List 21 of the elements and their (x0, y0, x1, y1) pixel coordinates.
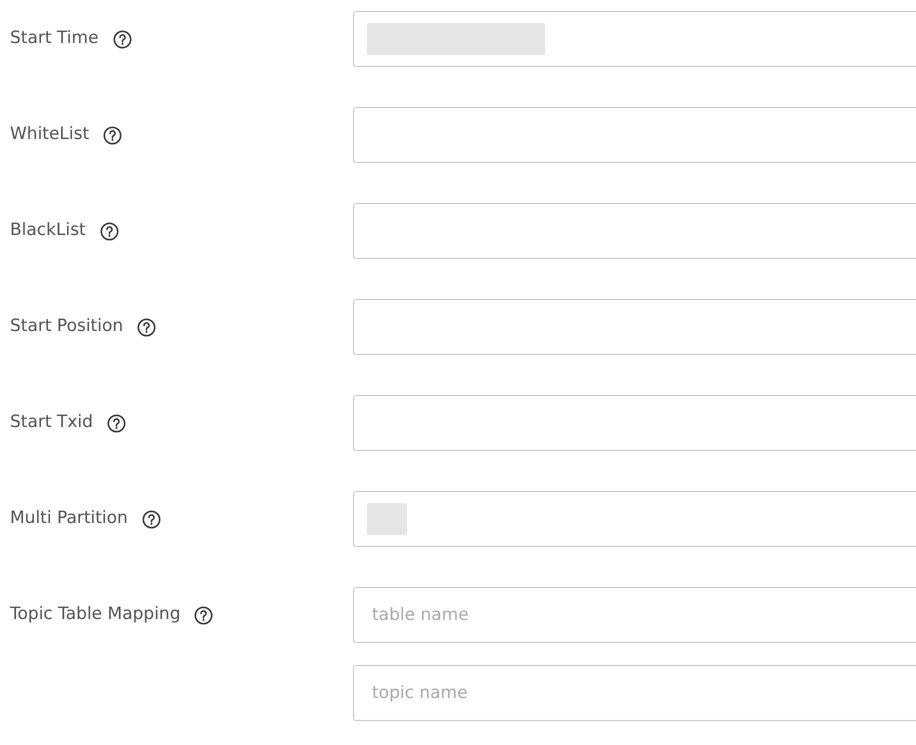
input-field[interactable] (353, 491, 916, 547)
help-icon[interactable] (103, 126, 122, 144)
field-label: Start Txid (10, 411, 93, 434)
field-label: WhiteList (10, 123, 90, 146)
field-label: Start Time (10, 27, 99, 50)
help-icon[interactable] (100, 222, 119, 240)
input-field[interactable]: topic name (353, 665, 916, 721)
help-icon[interactable] (137, 318, 156, 336)
input-field[interactable] (353, 395, 916, 451)
input-field[interactable] (353, 203, 916, 259)
help-icon[interactable] (112, 30, 132, 48)
help-icon[interactable] (194, 606, 214, 624)
help-icon[interactable] (106, 414, 126, 432)
field-label: BlackList (10, 219, 86, 242)
field-label: Start Position (10, 315, 124, 338)
input-field[interactable]: table name (353, 587, 916, 643)
field-label: Topic Table Mapping (10, 603, 180, 626)
input-field[interactable] (353, 107, 916, 163)
field-label: Multi Partition (10, 507, 128, 530)
help-icon[interactable] (142, 510, 161, 528)
input-field[interactable] (353, 299, 916, 355)
